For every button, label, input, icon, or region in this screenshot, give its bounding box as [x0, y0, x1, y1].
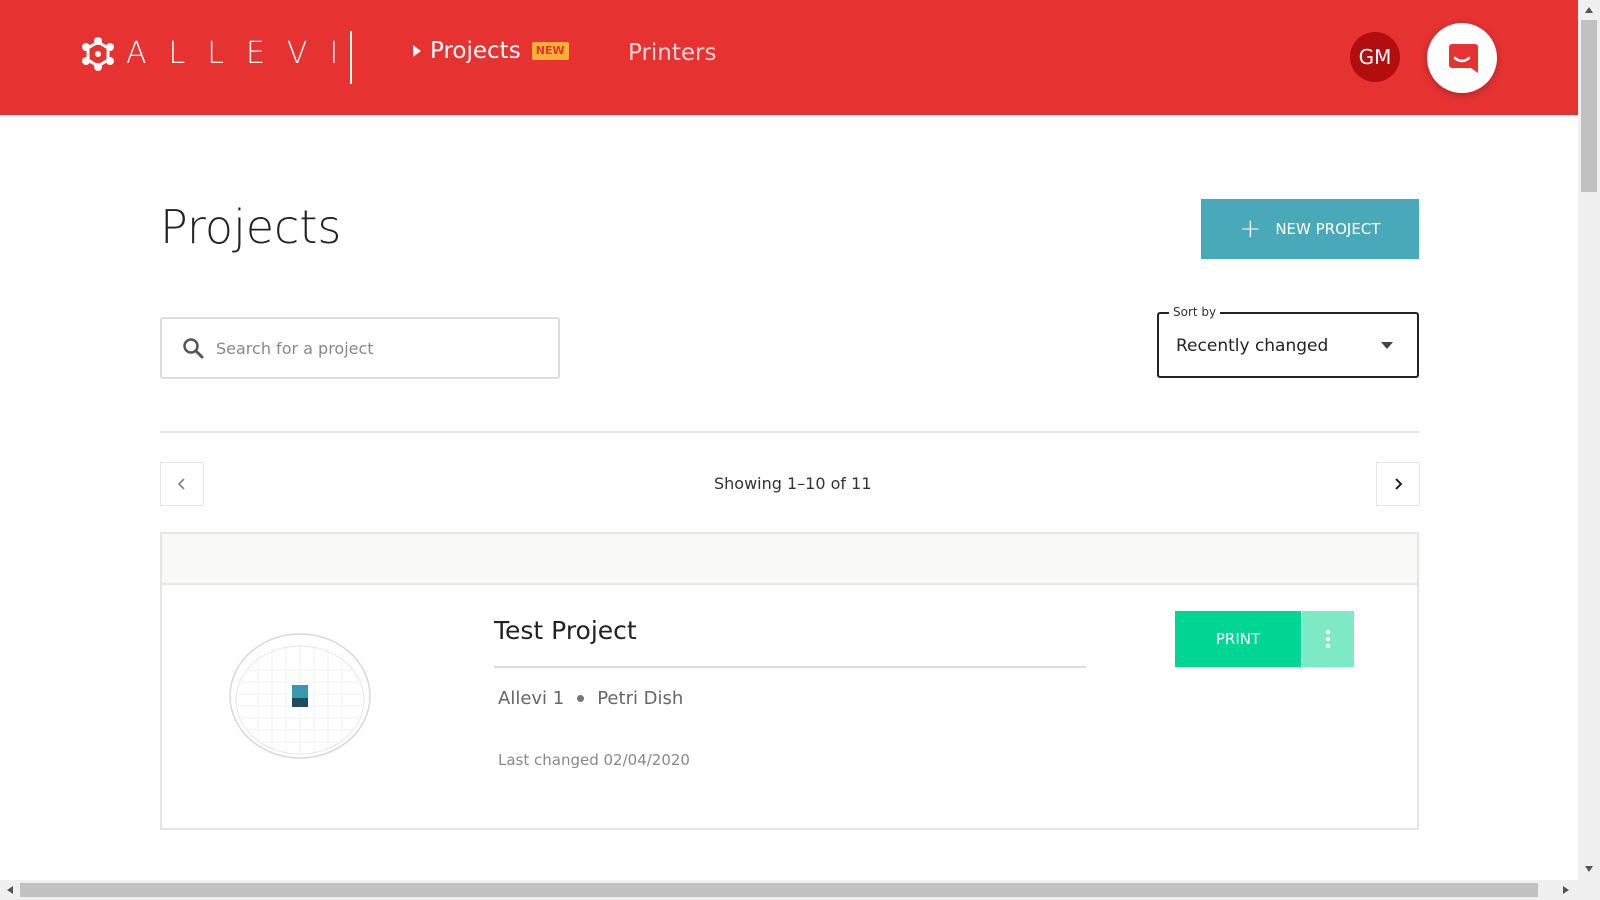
- brand-name: ALLEVI: [126, 36, 361, 71]
- sort-select[interactable]: Sort by Recently changed: [1157, 305, 1419, 378]
- search-icon: [183, 338, 204, 359]
- scroll-right-arrow-icon[interactable]: [1563, 886, 1569, 894]
- search-input[interactable]: [216, 338, 536, 358]
- header-divider: [350, 31, 352, 84]
- print-button[interactable]: PRINT: [1175, 611, 1301, 667]
- brand-logo[interactable]: ALLEVI: [80, 36, 360, 72]
- project-name[interactable]: Test Project: [494, 616, 637, 645]
- nav-item-printers[interactable]: Printers: [628, 40, 717, 66]
- new-badge: NEW: [531, 42, 569, 60]
- nav-item-projects[interactable]: Projects NEW: [413, 38, 569, 64]
- plus-icon: +: [1239, 214, 1262, 244]
- top-nav-bar: ALLEVI Projects NEW Printers GM: [0, 0, 1578, 115]
- project-last-changed: Last changed 02/04/2020: [498, 751, 690, 769]
- app-viewport: ALLEVI Projects NEW Printers GM Projects…: [0, 0, 1578, 880]
- page-title: Projects: [160, 200, 342, 254]
- project-printer: Allevi 1: [498, 688, 565, 709]
- project-container: Petri Dish: [597, 688, 684, 709]
- chat-icon: [1449, 44, 1478, 73]
- sort-value: Recently changed: [1176, 336, 1329, 356]
- user-avatar[interactable]: GM: [1350, 32, 1400, 82]
- chat-button[interactable]: [1427, 23, 1497, 93]
- active-caret-icon: [413, 45, 421, 57]
- search-field[interactable]: [160, 317, 560, 379]
- nav-projects-label: Projects: [430, 38, 521, 64]
- horizontal-scroll-thumb[interactable]: [20, 883, 1538, 897]
- sort-label: Sort by: [1169, 305, 1221, 319]
- next-page-button[interactable]: [1376, 462, 1420, 506]
- previous-page-button[interactable]: [160, 462, 204, 506]
- section-divider: [160, 431, 1419, 433]
- horizontal-scrollbar[interactable]: [0, 880, 1578, 900]
- project-more-button[interactable]: [1302, 611, 1354, 667]
- scroll-down-arrow-icon[interactable]: [1585, 866, 1593, 872]
- pagination-status: Showing 1–10 of 11: [714, 474, 872, 493]
- new-project-label: NEW PROJECT: [1275, 220, 1381, 238]
- allevi-logo-icon: [82, 37, 114, 71]
- petri-dish-thumbnail: [229, 633, 371, 759]
- more-vertical-icon: [1325, 629, 1331, 649]
- dropdown-arrow-icon: [1381, 342, 1393, 349]
- scrollbar-corner: [1578, 880, 1600, 900]
- project-card[interactable]: Test Project Allevi 1 Petri Dish Last ch…: [160, 532, 1419, 830]
- separator-dot: [577, 695, 585, 702]
- chevron-right-icon: [1395, 478, 1403, 490]
- vertical-scrollbar[interactable]: [1578, 0, 1600, 880]
- scroll-left-arrow-icon[interactable]: [7, 886, 13, 894]
- project-meta: Allevi 1 Petri Dish: [498, 688, 683, 709]
- chevron-left-icon: [177, 478, 185, 490]
- project-name-underline: [494, 666, 1086, 668]
- scroll-up-arrow-icon[interactable]: [1585, 7, 1593, 13]
- vertical-scroll-thumb[interactable]: [1581, 20, 1597, 192]
- new-project-button[interactable]: + NEW PROJECT: [1201, 199, 1419, 259]
- project-card-header: [162, 534, 1417, 585]
